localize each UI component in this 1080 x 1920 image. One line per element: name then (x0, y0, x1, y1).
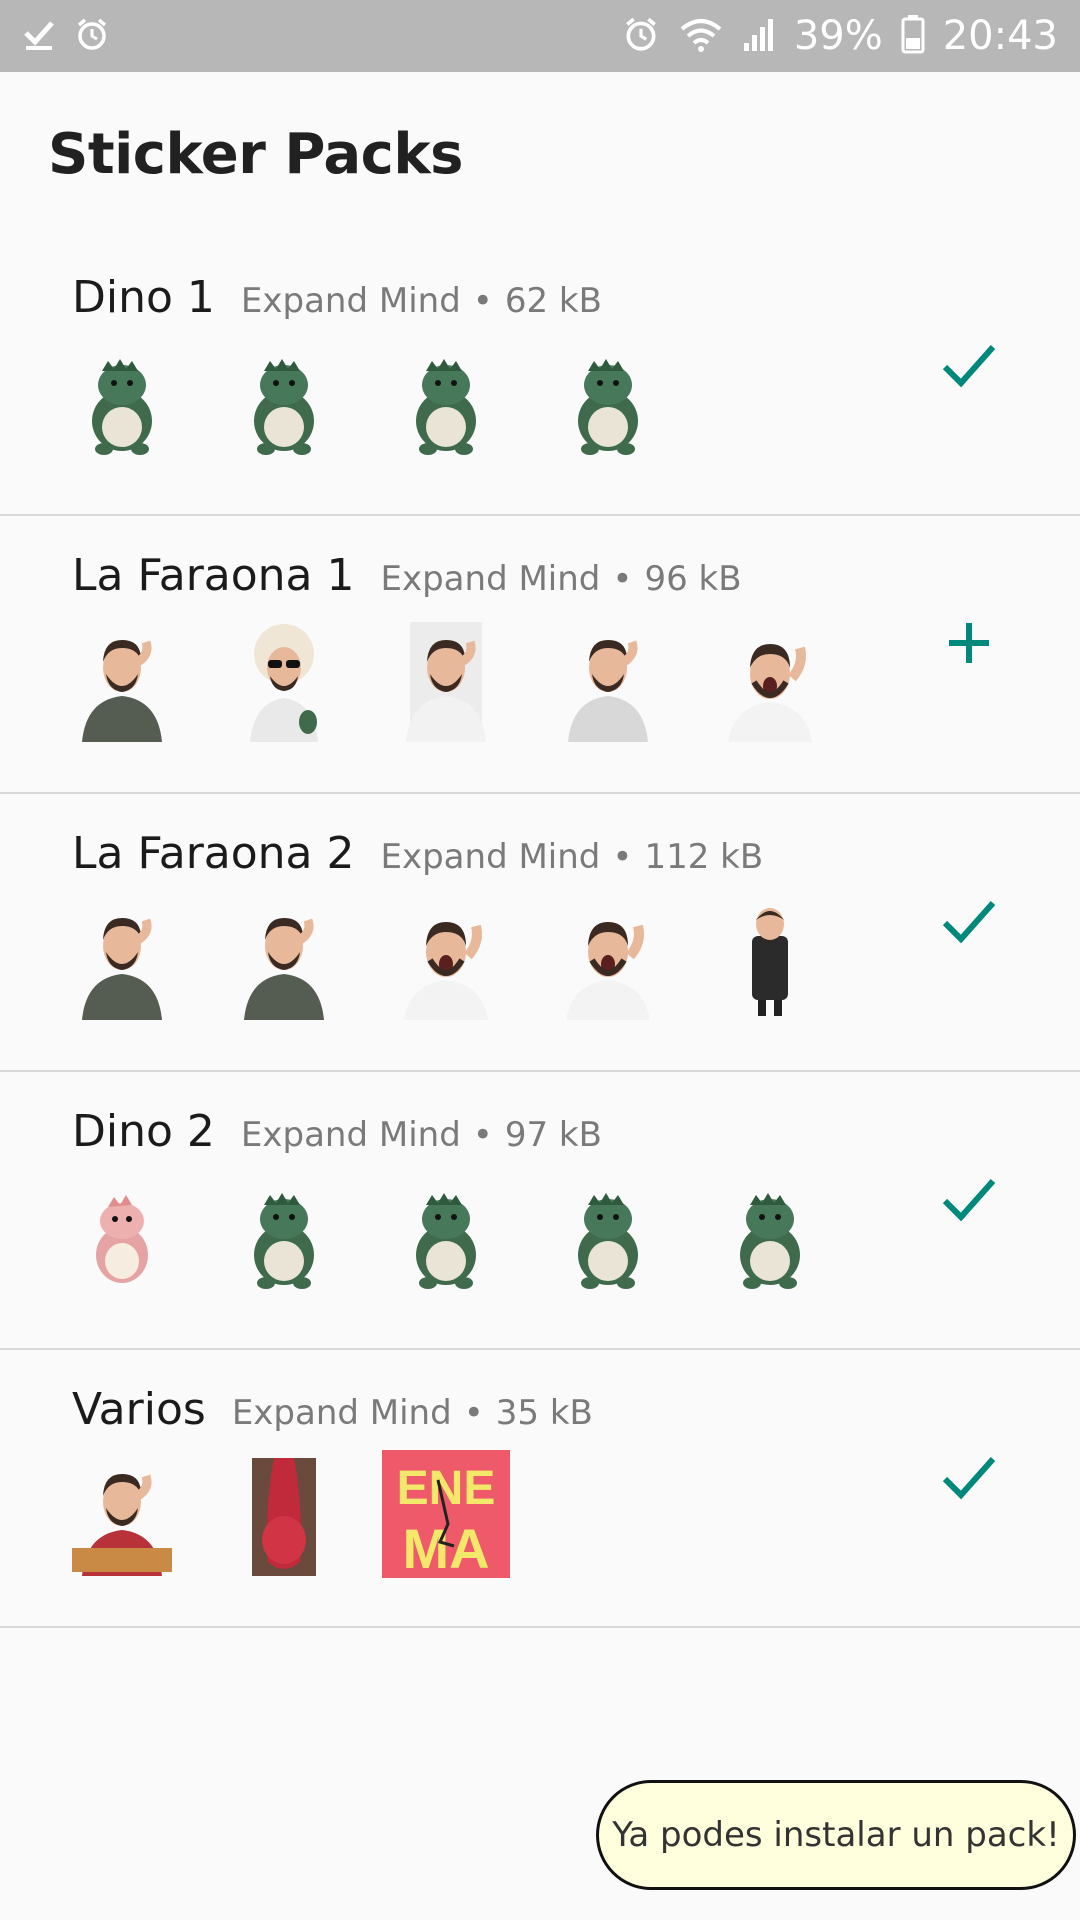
battery-icon (901, 14, 925, 59)
pack-meta: Expand Mind • 96 kB (381, 559, 742, 599)
sticker-preview-strip (58, 894, 834, 1022)
pack-header: Dino 2 Expand Mind • 97 kB (72, 1106, 602, 1157)
sticker-thumbnail (220, 1450, 348, 1578)
pack-installed-indicator[interactable] (934, 886, 1004, 956)
pack-name: Dino 1 (72, 272, 215, 323)
pack-size: 96 kB (644, 559, 742, 599)
sticker-preview-strip (58, 616, 834, 744)
pack-installed-indicator[interactable] (934, 1442, 1004, 1512)
meta-separator: • (463, 1393, 484, 1433)
page-title: Sticker Packs (48, 122, 463, 187)
plus-icon (949, 623, 989, 663)
pack-header: Dino 1 Expand Mind • 62 kB (72, 272, 602, 323)
sticker-pack-row[interactable]: Dino 2 Expand Mind • 97 kB (0, 1072, 1080, 1350)
sticker-thumbnail (706, 894, 834, 1022)
pack-size: 62 kB (504, 281, 602, 321)
pack-meta: Expand Mind • 62 kB (241, 281, 602, 321)
sticker-preview-strip: ENE MA (58, 1450, 510, 1578)
sticker-thumbnail (220, 338, 348, 466)
sticker-thumbnail (58, 1450, 186, 1578)
meta-separator: • (472, 281, 493, 321)
sticker-pack-row[interactable]: Dino 1 Expand Mind • 62 kB (0, 238, 1080, 516)
pack-installed-indicator[interactable] (934, 330, 1004, 400)
pack-meta: Expand Mind • 112 kB (381, 837, 764, 877)
sticker-thumbnail (382, 1172, 510, 1300)
sticker-thumbnail (382, 894, 510, 1022)
pack-publisher: Expand Mind (231, 1393, 452, 1433)
toast-message: Ya podes instalar un pack! (596, 1780, 1076, 1890)
sticker-pack-row[interactable]: La Faraona 1 Expand Mind • 96 kB (0, 516, 1080, 794)
pack-installed-indicator[interactable] (934, 1164, 1004, 1234)
sticker-thumbnail (58, 894, 186, 1022)
pack-header: La Faraona 2 Expand Mind • 112 kB (72, 828, 763, 879)
alarm-clock-icon (74, 16, 110, 57)
pack-name: Varios (72, 1384, 206, 1435)
sticker-thumbnail (58, 338, 186, 466)
sticker-pack-row[interactable]: Varios Expand Mind • 35 kB ENE MA (0, 1350, 1080, 1628)
pack-name: La Faraona 2 (72, 828, 355, 879)
sticker-thumbnail (58, 1172, 186, 1300)
sticker-thumbnail (544, 338, 672, 466)
pack-header: Varios Expand Mind • 35 kB (72, 1384, 593, 1435)
sticker-thumbnail: ENE MA (382, 1450, 510, 1578)
clock-time: 20:43 (942, 13, 1058, 59)
pack-publisher: Expand Mind (240, 281, 461, 321)
checkmark-icon (942, 345, 996, 388)
pack-list: Dino 1 Expand Mind • 62 kB La Faraona 1 Expan… (0, 238, 1080, 1628)
sticker-thumbnail (544, 1172, 672, 1300)
pack-meta: Expand Mind • 97 kB (241, 1115, 602, 1155)
meta-separator: • (472, 1115, 493, 1155)
pack-size: 35 kB (495, 1393, 593, 1433)
sticker-thumbnail (706, 616, 834, 744)
status-bar: 39% 20:43 (0, 0, 1080, 72)
pack-header: La Faraona 1 Expand Mind • 96 kB (72, 550, 742, 601)
meta-separator: • (612, 837, 633, 877)
sticker-preview-strip (58, 1172, 834, 1300)
pack-publisher: Expand Mind (380, 559, 601, 599)
checkmark-icon (942, 1457, 996, 1500)
sticker-thumbnail (382, 616, 510, 744)
sticker-thumbnail (382, 338, 510, 466)
sticker-thumbnail (544, 616, 672, 744)
pack-meta: Expand Mind • 35 kB (232, 1393, 593, 1433)
meta-separator: • (612, 559, 633, 599)
add-pack-button[interactable] (934, 608, 1004, 678)
pack-publisher: Expand Mind (380, 837, 601, 877)
pack-size: 97 kB (504, 1115, 602, 1155)
sticker-thumbnail (544, 894, 672, 1022)
sticker-thumbnail (706, 1172, 834, 1300)
signal-icon (742, 15, 776, 58)
sticker-pack-row[interactable]: La Faraona 2 Expand Mind • 112 kB (0, 794, 1080, 1072)
pack-size: 112 kB (644, 837, 764, 877)
svg-text:ENE: ENE (397, 1462, 496, 1515)
sticker-thumbnail (58, 616, 186, 744)
check-icon (22, 17, 56, 56)
pack-publisher: Expand Mind (240, 1115, 461, 1155)
alarm-icon (622, 15, 660, 58)
pack-name: La Faraona 1 (72, 550, 355, 601)
checkmark-icon (942, 901, 996, 944)
sticker-preview-strip (58, 338, 672, 466)
sticker-thumbnail (220, 616, 348, 744)
checkmark-icon (942, 1179, 996, 1222)
pack-name: Dino 2 (72, 1106, 215, 1157)
battery-percent: 39% (793, 13, 883, 59)
wifi-icon (678, 15, 724, 58)
sticker-thumbnail (220, 1172, 348, 1300)
sticker-thumbnail (220, 894, 348, 1022)
